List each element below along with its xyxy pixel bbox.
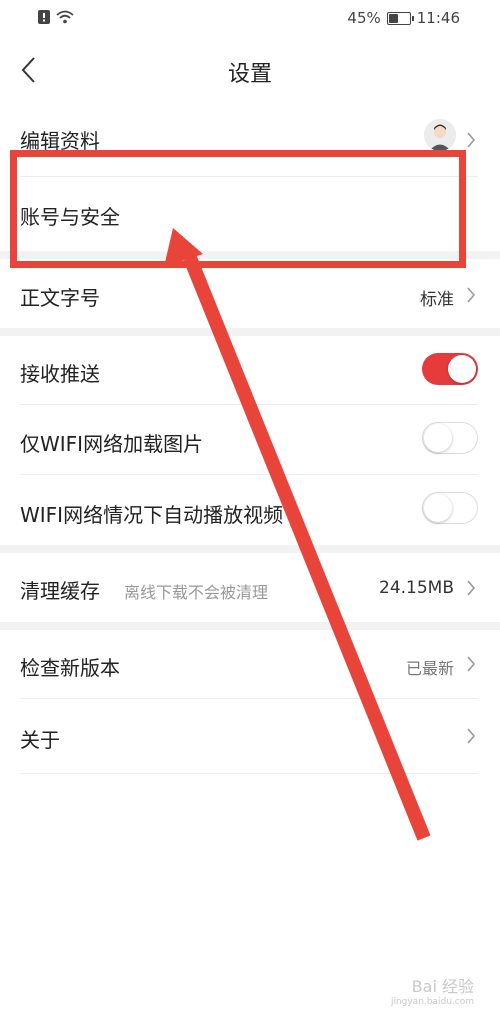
annotation-arrow (164, 228, 431, 841)
watermark-url: jingyan.baidu.com (390, 997, 474, 1007)
watermark-text: Bai 经验 (411, 977, 474, 996)
watermark: Bai 经验 jingyan.baidu.com (391, 973, 474, 1007)
